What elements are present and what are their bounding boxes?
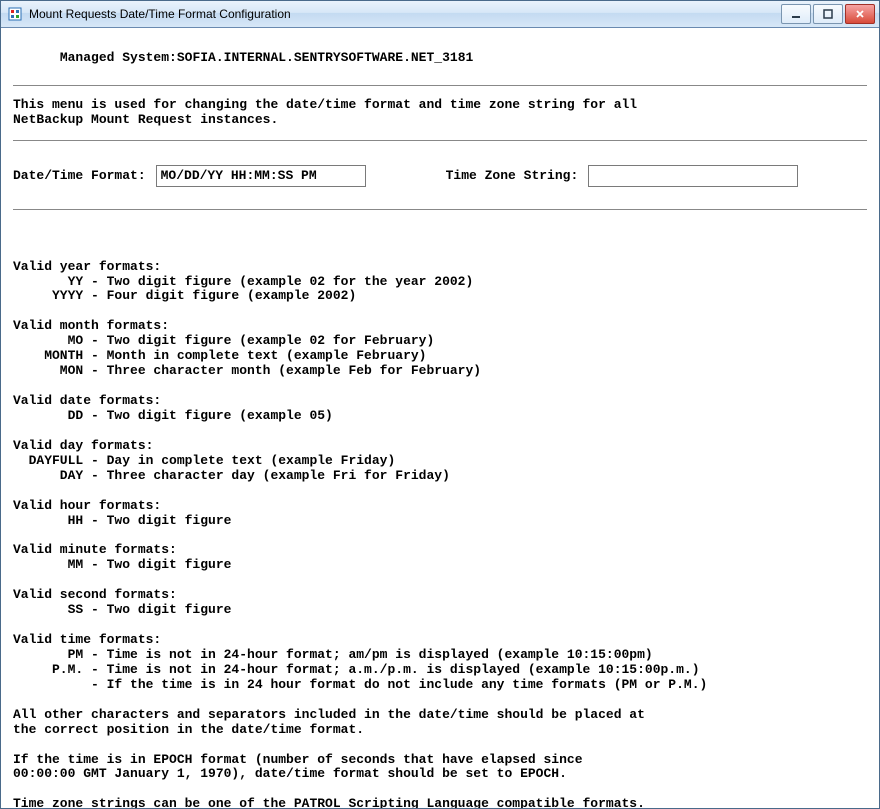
- window-controls: [781, 4, 875, 24]
- datetime-format-label: Date/Time Format:: [13, 168, 146, 183]
- close-button[interactable]: [845, 4, 875, 24]
- intro-text: This menu is used for changing the date/…: [13, 98, 867, 128]
- config-row: Date/Time Format: Time Zone String:: [13, 165, 867, 187]
- titlebar: Mount Requests Date/Time Format Configur…: [1, 1, 879, 28]
- dialog-content: Managed System:SOFIA.INTERNAL.SENTRYSOFT…: [1, 28, 879, 808]
- divider: [13, 140, 867, 141]
- timezone-string-label: Time Zone String:: [446, 168, 579, 183]
- divider: [13, 85, 867, 86]
- managed-system-line: Managed System:SOFIA.INTERNAL.SENTRYSOFT…: [13, 36, 867, 81]
- managed-system-value: SOFIA.INTERNAL.SENTRYSOFTWARE.NET_3181: [177, 50, 473, 65]
- dialog-window: Mount Requests Date/Time Format Configur…: [0, 0, 880, 809]
- app-icon: [7, 6, 23, 22]
- help-text: Valid year formats: YY - Two digit figur…: [13, 260, 867, 808]
- window-title: Mount Requests Date/Time Format Configur…: [29, 7, 781, 21]
- datetime-format-input[interactable]: [156, 165, 366, 187]
- help-text-block: Valid year formats: YY - Two digit figur…: [13, 230, 867, 808]
- minimize-button[interactable]: [781, 4, 811, 24]
- timezone-string-input[interactable]: [588, 165, 798, 187]
- maximize-button[interactable]: [813, 4, 843, 24]
- divider: [13, 209, 867, 210]
- managed-system-label: Managed System:: [60, 50, 177, 65]
